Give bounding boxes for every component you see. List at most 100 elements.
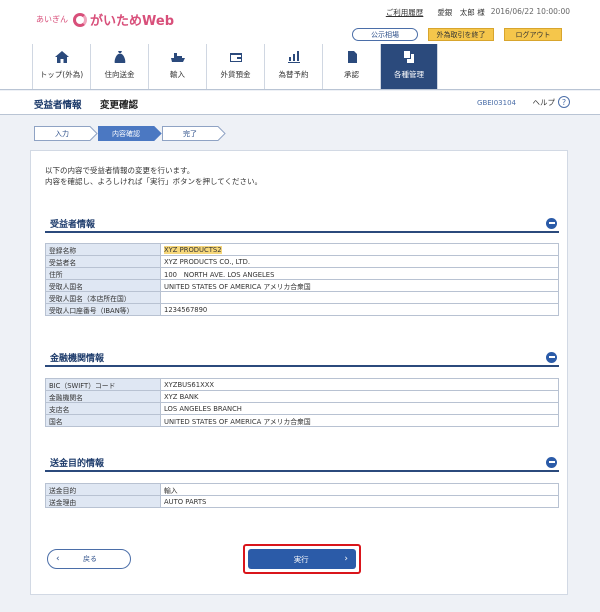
title-bar: 受益者情報 変更確認 GBEI03104 ヘルプ ? (0, 91, 600, 115)
nav-item-approval[interactable]: 承認 (322, 44, 380, 89)
table-row: 受取人口座番号（IBAN等） 1234567890 (45, 303, 559, 316)
logout-button[interactable]: ログアウト (504, 28, 562, 41)
table-row: 住所 100 NORTH AVE. LOS ANGELES (45, 267, 559, 280)
table-row: 金融機関名 XYZ BANK (45, 390, 559, 403)
page-title: 変更確認 (100, 100, 139, 111)
section-purpose-header: 送金目的情報 (45, 454, 559, 472)
row-label: 支店名 (45, 402, 161, 415)
section-beneficiary-header: 受益者情報 (45, 215, 559, 233)
step-input: 入力 (34, 126, 98, 141)
nav-item-import[interactable]: 輸入 (148, 44, 206, 89)
header: あいぎん がいためWeb ご利用履歴 愛銀 太郎 様 2016/06/22 10… (0, 0, 600, 90)
row-value: 輸入 (160, 483, 559, 496)
table-row: 送金理由 AUTO PARTS (45, 495, 559, 508)
back-label: 戻る (83, 555, 97, 563)
row-value: 100 NORTH AVE. LOS ANGELES (160, 267, 559, 280)
help-label: ヘルプ (532, 97, 556, 107)
chevron-right-icon: › (344, 554, 348, 564)
nav-label: 承認 (344, 70, 359, 79)
row-label: 登録名称 (45, 243, 161, 256)
public-rate-button[interactable]: 公示相場 (352, 28, 418, 41)
app-name: がいためWeb (90, 14, 174, 29)
collapse-icon[interactable] (546, 456, 557, 468)
row-value: 1234567890 (160, 303, 559, 316)
ship-icon (170, 53, 185, 62)
nav-label: 為替予約 (278, 70, 309, 79)
logo-mark-icon (73, 12, 87, 27)
step-complete: 完了 (162, 126, 226, 141)
row-value: AUTO PARTS (160, 495, 559, 508)
step-label: 内容確認 (112, 130, 140, 138)
nav-item-forward-contract[interactable]: 為替予約 (264, 44, 322, 89)
collapse-icon[interactable] (546, 351, 557, 363)
nav-item-remittance[interactable]: 住向送金 (90, 44, 148, 89)
row-label: 受取人国名（本店所在国） (45, 291, 161, 304)
nav-label: 各種管理 (394, 70, 424, 79)
usage-history-link[interactable]: ご利用履歴 (386, 7, 424, 18)
screen-code: GBEI03104 (477, 99, 516, 107)
wallet-icon (229, 53, 242, 62)
intro-text: 以下の内容で受益者情報の変更を行います。 内容を確認し、よろしければ「実行」ボタ… (45, 165, 262, 187)
row-value: UNITED STATES OF AMERICA アメリカ合衆国 (160, 279, 559, 292)
row-label: 送金目的 (45, 483, 161, 496)
global-nav: トップ(外為) 住向送金 輸入 外貨預金 為替予約 承認 各種管理 (32, 44, 438, 89)
main-panel: 以下の内容で受益者情報の変更を行います。 内容を確認し、よろしければ「実行」ボタ… (30, 150, 568, 595)
nav-item-management[interactable]: 各種管理 (380, 44, 438, 89)
nav-label: トップ(外為) (39, 70, 84, 79)
table-row: 受取人国名 UNITED STATES OF AMERICA アメリカ合衆国 (45, 279, 559, 292)
row-value: LOS ANGELES BRANCH (160, 402, 559, 415)
table-row: 受取人国名（本店所在国） (45, 291, 559, 304)
row-label: 送金理由 (45, 495, 161, 508)
money-bag-icon (114, 51, 125, 63)
row-value: XYZ BANK (160, 390, 559, 403)
section-title: 送金目的情報 (50, 458, 105, 469)
row-label: 国名 (45, 414, 161, 427)
row-label: 住所 (45, 267, 161, 280)
collapse-icon[interactable] (546, 217, 557, 229)
row-value: XYZBUS61XXX (160, 378, 559, 391)
page-category: 受益者情報 (34, 100, 82, 111)
question-mark-icon: ? (558, 96, 570, 108)
nav-item-top[interactable]: トップ(外為) (32, 44, 90, 89)
progress-steps: 入力 内容確認 完了 (34, 126, 226, 141)
intro-line: 以下の内容で受益者情報の変更を行います。 (45, 166, 195, 175)
logo[interactable]: あいぎん がいためWeb (36, 10, 174, 29)
section-bank-header: 金融機関情報 (45, 349, 559, 367)
table-row: 登録名称 XYZ PRODUCTS2 (45, 243, 559, 256)
purpose-table: 送金目的 輸入 送金理由 AUTO PARTS (45, 483, 559, 508)
row-value: XYZ PRODUCTS2 (160, 243, 559, 256)
home-icon (54, 51, 69, 63)
table-row: 送金目的 輸入 (45, 483, 559, 496)
row-label: 受取人口座番号（IBAN等） (45, 303, 161, 316)
nav-label: 外貨預金 (220, 70, 251, 79)
back-button[interactable]: ‹ 戻る (47, 549, 131, 569)
top-links: ご利用履歴 愛銀 太郎 様 2016/06/22 10:00:00 (386, 7, 570, 18)
step-confirm: 内容確認 (98, 126, 162, 141)
end-fx-button[interactable]: 外為取引を終了 (428, 28, 494, 41)
exchange-chart-icon (287, 51, 300, 63)
row-value (160, 291, 559, 304)
beneficiary-table: 登録名称 XYZ PRODUCTS2 受益者名 XYZ PRODUCTS CO., … (45, 243, 559, 316)
row-label: BIC（SWIFT）コード (45, 378, 161, 391)
execute-button[interactable]: 実行 › (248, 549, 356, 569)
bank-name: あいぎん (36, 15, 68, 24)
section-title: 金融機関情報 (50, 353, 105, 364)
execute-highlight-outline: 実行 › (243, 544, 361, 574)
table-row: 支店名 LOS ANGELES BRANCH (45, 402, 559, 415)
help-link[interactable]: ヘルプ ? (532, 96, 570, 108)
row-value: XYZ PRODUCTS CO., LTD. (160, 255, 559, 268)
bank-table: BIC（SWIFT）コード XYZBUS61XXX 金融機関名 XYZ BANK 支… (45, 378, 559, 427)
highlighted-value: XYZ PRODUCTS2 (164, 245, 222, 254)
nav-label: 住向送金 (104, 70, 135, 79)
section-title: 受益者情報 (50, 219, 96, 230)
execute-label: 実行 (293, 554, 309, 564)
nav-item-fx-deposit[interactable]: 外貨預金 (206, 44, 264, 89)
user-name: 愛銀 太郎 様 (437, 8, 485, 17)
approval-icon (347, 51, 357, 63)
row-label: 受取人国名 (45, 279, 161, 292)
table-row: 受益者名 XYZ PRODUCTS CO., LTD. (45, 255, 559, 268)
login-datetime: 2016/06/22 10:00:00 (490, 7, 570, 16)
management-icon (404, 51, 414, 63)
row-value: UNITED STATES OF AMERICA アメリカ合衆国 (160, 414, 559, 427)
row-label: 金融機関名 (45, 390, 161, 403)
